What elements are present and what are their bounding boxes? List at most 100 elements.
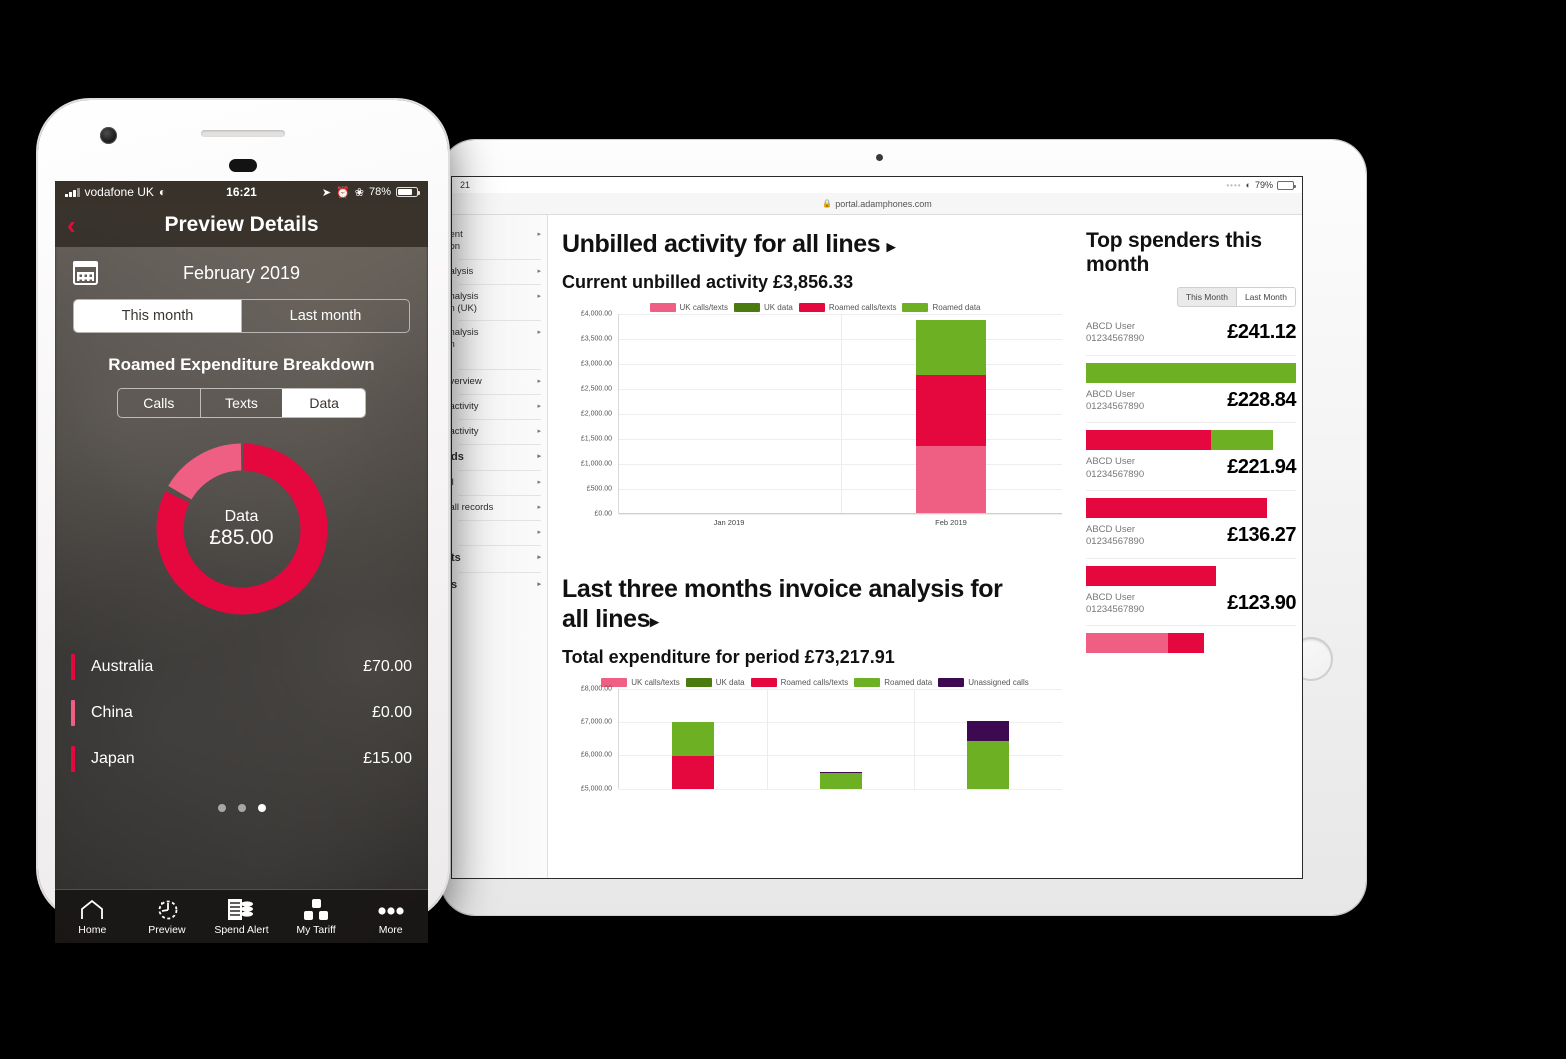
category-separator bbox=[840, 313, 842, 513]
bar[interactable] bbox=[819, 771, 862, 789]
bar-segment bbox=[916, 319, 987, 375]
legend-swatch bbox=[798, 302, 825, 312]
phone-tab-bar: Home Preview Spend Alert My Tariff More bbox=[55, 889, 428, 943]
sidebar-item-5[interactable]: …activity ▸ bbox=[452, 395, 547, 419]
legend-swatch bbox=[750, 677, 777, 687]
toggle-this-month[interactable]: This Month bbox=[1176, 287, 1237, 307]
sidebar-item-10[interactable]: ▸ bbox=[452, 521, 547, 545]
wifi-icon: ◐ bbox=[1245, 180, 1251, 190]
invoice-chart: £5,000.00 £6,000.00 £7,000.00 £8,000.00 bbox=[564, 685, 1068, 799]
chevron-right-icon: ▸ bbox=[537, 402, 541, 410]
spender-bar bbox=[1086, 565, 1217, 586]
country-name: Australia bbox=[91, 658, 154, 675]
browser-address-bar[interactable]: 🔒 portal.adamphones.com bbox=[452, 193, 1302, 215]
legend-item: Roamed calls/texts bbox=[798, 302, 896, 312]
sidebar-item-label: …verview bbox=[452, 376, 482, 387]
table-row[interactable]: ABCD User 01234567890 £228.84 bbox=[1086, 383, 1296, 451]
table-row[interactable]: ABCD User 01234567890 £123.90 bbox=[1086, 586, 1296, 654]
toggle-calls[interactable]: Calls bbox=[118, 389, 200, 417]
tab-my-tariff[interactable]: My Tariff bbox=[279, 897, 354, 936]
sidebar-item-4[interactable]: …verview ▸ bbox=[452, 370, 547, 394]
sidebar-item-2[interactable]: …nalysis…n (UK) ▸ bbox=[452, 285, 547, 321]
tab-home[interactable]: Home bbox=[55, 897, 130, 936]
unbilled-heading-text: Unbilled activity for all lines bbox=[562, 230, 881, 258]
spender-bar bbox=[1086, 633, 1204, 654]
legend-label: UK data bbox=[715, 677, 745, 687]
phone-speaker-grille bbox=[201, 130, 285, 137]
sidebar-item-3[interactable]: …nalysis…n…) ▸ bbox=[452, 321, 547, 369]
list-item[interactable]: Australia £70.00 bbox=[71, 644, 412, 690]
country-color-tick bbox=[71, 746, 75, 772]
sidebar-item-label: …alysis bbox=[452, 265, 474, 277]
tab-spend-alert[interactable]: Spend Alert bbox=[204, 897, 279, 936]
chevron-right-icon: ▸ bbox=[537, 479, 541, 487]
sidebar-item-1[interactable]: …alysis ▸ bbox=[452, 260, 547, 284]
table-row[interactable]: ABCD User 01234567890 £136.27 bbox=[1086, 518, 1296, 586]
table-row[interactable]: ABCD User 01234567890 £241.12 bbox=[1086, 315, 1296, 383]
ellipsis-icon bbox=[376, 897, 406, 921]
page-dot-1[interactable] bbox=[217, 804, 226, 812]
carrier-label: vodafone UK bbox=[84, 185, 154, 199]
signal-bars-icon bbox=[65, 187, 80, 197]
legend-label: Unassigned calls bbox=[968, 677, 1029, 687]
tablet-device: 21 •••• ◐ 79% 🔒 portal.adamphones.com …e… bbox=[441, 140, 1366, 915]
arrow-right-icon-2: ▸ bbox=[650, 612, 659, 631]
spender-bar bbox=[1086, 498, 1267, 519]
sidebar-item-label: …ent…on bbox=[452, 229, 463, 252]
spender-name: ABCD User 01234567890 bbox=[1086, 388, 1145, 413]
tab-label: More bbox=[378, 924, 403, 936]
country-value: £0.00 bbox=[371, 704, 412, 721]
sidebar-item-8[interactable]: …ll ▸ bbox=[452, 471, 547, 495]
page-dot-2[interactable] bbox=[237, 804, 246, 812]
back-button[interactable]: ‹ bbox=[67, 212, 76, 238]
top-spenders-list: ABCD User 01234567890 £241.12 ABCD User 0123… bbox=[1086, 315, 1296, 654]
sidebar-item-9[interactable]: …all records ▸ bbox=[452, 496, 547, 520]
bar[interactable] bbox=[916, 319, 987, 513]
y-axis: £0.00 £500.00 £1,000.00 £1,500.00 £2,000.00 £… bbox=[564, 310, 616, 517]
bar-segment bbox=[819, 772, 862, 789]
toggle-this-month[interactable]: This month bbox=[74, 300, 241, 332]
tab-preview[interactable]: Preview bbox=[130, 897, 205, 936]
legend-swatch bbox=[938, 677, 965, 687]
toggle-data[interactable]: Data bbox=[282, 389, 365, 417]
bar[interactable] bbox=[671, 721, 714, 789]
sidebar-item-12[interactable]: …s ▸ bbox=[452, 573, 547, 599]
sidebar-item-11[interactable]: …ts ▸ bbox=[452, 546, 547, 572]
sidebar-item-7[interactable]: …ds ▸ bbox=[452, 445, 547, 471]
list-item[interactable]: Japan £15.00 bbox=[71, 736, 412, 782]
y-axis-tick-label: £2,500.00 bbox=[580, 385, 612, 392]
toggle-texts[interactable]: Texts bbox=[199, 389, 283, 417]
roamed-donut-chart: Data £85.00 bbox=[149, 436, 335, 622]
list-item[interactable]: China £0.00 bbox=[71, 690, 412, 736]
legend-swatch bbox=[733, 302, 760, 312]
country-value: £70.00 bbox=[363, 658, 412, 675]
y-axis-tick-label: £1,500.00 bbox=[580, 435, 612, 442]
bar-segment bbox=[1086, 362, 1296, 383]
toggle-last-month[interactable]: Last Month bbox=[1236, 287, 1296, 307]
chevron-right-icon: ▸ bbox=[537, 231, 541, 238]
legend-item: Unassigned calls bbox=[938, 677, 1029, 687]
page-dot-3[interactable] bbox=[257, 804, 266, 812]
y-axis-tick-label: £4,000.00 bbox=[580, 310, 612, 317]
phone-screen: vodafone UK ◐ 16:21 ➤ ⏰ ❀ 78% ‹ Preview … bbox=[55, 181, 428, 943]
bar[interactable] bbox=[967, 720, 1010, 789]
tablet-screen: 21 •••• ◐ 79% 🔒 portal.adamphones.com …e… bbox=[451, 176, 1303, 879]
sidebar-item-6[interactable]: …activity ▸ bbox=[452, 420, 547, 444]
legend-item: UK calls/texts bbox=[601, 677, 680, 687]
calendar-icon[interactable] bbox=[72, 260, 99, 285]
unbilled-heading[interactable]: Unbilled activity for all lines ▸ bbox=[562, 229, 1068, 260]
bar-segment bbox=[916, 375, 987, 446]
tablet-camera-icon bbox=[875, 154, 883, 161]
bar-segment bbox=[671, 755, 714, 789]
chevron-right-icon: ▸ bbox=[537, 267, 541, 275]
table-row[interactable]: ABCD User 01234567890 £221.94 bbox=[1086, 450, 1296, 519]
legend-label: UK calls/texts bbox=[679, 302, 728, 312]
invoice-heading[interactable]: Last three months invoice analysis for a… bbox=[562, 574, 1068, 635]
spender-amount: £241.12 bbox=[1227, 321, 1296, 343]
tab-more[interactable]: More bbox=[353, 897, 428, 936]
phone-clock: 16:21 bbox=[226, 185, 257, 199]
toggle-last-month[interactable]: Last month bbox=[241, 300, 409, 332]
country-name: Japan bbox=[91, 750, 135, 767]
sidebar-item-0[interactable]: …ent…on ▸ bbox=[452, 223, 547, 259]
unbilled-subheading: Current unbilled activity £3,856.33 bbox=[562, 271, 854, 292]
